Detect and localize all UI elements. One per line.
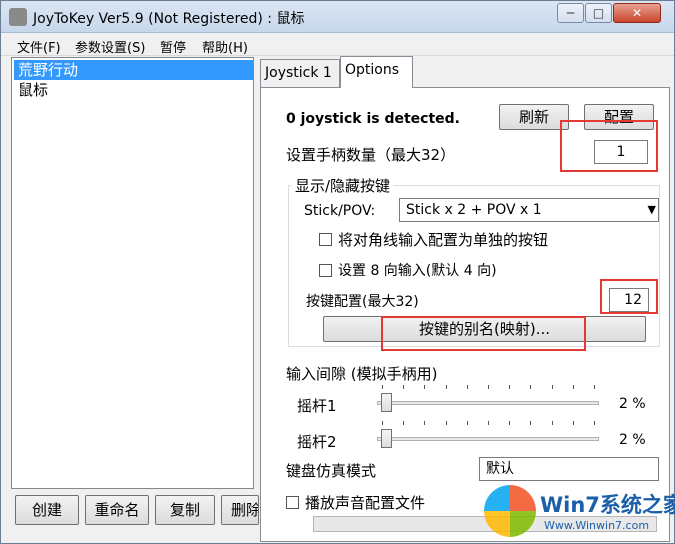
watermark-text: Win7系统之家 <box>540 493 675 517</box>
slider-tick <box>424 385 426 389</box>
watermark-url: Www.Winwin7.com <box>544 519 650 532</box>
slider-tick <box>572 385 574 389</box>
windows-logo-icon <box>484 485 536 537</box>
stick2-slider-track[interactable] <box>377 437 599 441</box>
slider-tick <box>466 385 468 389</box>
keyboard-mode-label: 键盘仿真模式 <box>286 462 377 480</box>
slider-tick <box>403 421 405 425</box>
stick-pov-select[interactable]: Stick x 2 + POV x 1 ▼ <box>399 198 659 222</box>
joystick-app-icon <box>9 8 27 26</box>
slider-tick <box>445 421 447 425</box>
joystick-detected-text: 0 joystick is detected. <box>286 111 461 127</box>
stick-pov-value: Stick x 2 + POV x 1 <box>406 202 542 218</box>
chevron-down-icon: ▼ <box>647 203 656 216</box>
menu-bar: 文件(F) 参数设置(S) 暂停 帮助(H) <box>1 34 674 56</box>
menu-pause[interactable]: 暂停 <box>160 37 186 56</box>
maximize-button[interactable]: □ <box>585 3 612 23</box>
eight-dir-checkbox-label: 设置 8 向输入(默认 4 向) <box>338 263 497 279</box>
slider-tick <box>382 385 383 389</box>
delete-button[interactable]: 删除 <box>221 495 259 525</box>
diagonal-checkbox[interactable] <box>319 233 332 246</box>
menu-help[interactable]: 帮助(H) <box>202 37 248 56</box>
slider-tick <box>403 385 405 389</box>
slider-tick <box>530 421 532 425</box>
highlight-box <box>381 316 586 351</box>
profile-item-selected[interactable]: 荒野行动 <box>14 60 253 80</box>
slider-tick <box>509 385 511 389</box>
button-count-label: 按键配置(最大32) <box>306 294 419 310</box>
menu-settings[interactable]: 参数设置(S) <box>75 37 145 56</box>
num-joysticks-label: 设置手柄数量（最大32） <box>286 146 456 164</box>
play-sound-checkbox[interactable] <box>286 496 299 509</box>
rename-button[interactable]: 重命名 <box>85 495 149 525</box>
stick2-slider-thumb[interactable] <box>381 429 393 448</box>
stick1-label: 摇杆1 <box>297 397 337 415</box>
slider-tick <box>572 421 574 425</box>
slider-tick <box>551 385 553 389</box>
highlight-box <box>600 279 658 314</box>
stick2-value: 2 % <box>619 432 646 448</box>
highlight-box <box>560 120 658 172</box>
slider-tick <box>382 421 383 425</box>
slider-tick <box>466 421 468 425</box>
play-sound-label: 播放声音配置文件 <box>305 494 426 512</box>
slider-tick <box>530 385 532 389</box>
menu-file[interactable]: 文件(F) <box>17 37 61 56</box>
diagonal-checkbox-label: 将对角线输入配置为单独的按钮 <box>338 231 549 249</box>
profile-item[interactable]: 鼠标 <box>14 80 253 100</box>
close-button[interactable]: ✕ <box>613 3 661 23</box>
tab-options[interactable]: Options <box>340 56 413 88</box>
stick1-value: 2 % <box>619 396 646 412</box>
slider-tick <box>445 385 447 389</box>
slider-tick <box>509 421 511 425</box>
stick1-slider-thumb[interactable] <box>381 393 393 412</box>
slider-tick <box>551 421 553 425</box>
slider-tick <box>594 421 595 425</box>
stick2-label: 摇杆2 <box>297 433 337 451</box>
window-title: JoyToKey Ver5.9 (Not Registered) : 鼠标 <box>33 11 305 27</box>
title-bar: JoyToKey Ver5.9 (Not Registered) : 鼠标 ─ … <box>1 1 674 33</box>
app-window: JoyToKey Ver5.9 (Not Registered) : 鼠标 ─ … <box>0 0 675 544</box>
stick-pov-label: Stick/POV: <box>304 203 376 219</box>
slider-tick <box>488 385 489 389</box>
stick1-slider-track[interactable] <box>377 401 599 405</box>
slider-tick <box>488 421 489 425</box>
input-interval-label: 输入间隙 (模拟手柄用) <box>286 365 438 383</box>
slider-tick <box>424 421 426 425</box>
keyboard-mode-field[interactable]: 默认 <box>479 457 659 481</box>
show-hide-group-label: 显示/隐藏按键 <box>292 175 394 196</box>
refresh-button[interactable]: 刷新 <box>499 104 569 130</box>
minimize-button[interactable]: ─ <box>557 3 584 23</box>
tab-joystick-1[interactable]: Joystick 1 <box>260 59 340 87</box>
slider-tick <box>594 385 595 389</box>
watermark: Win7系统之家 Www.Winwin7.com <box>484 483 675 543</box>
create-button[interactable]: 创建 <box>15 495 79 525</box>
profile-list[interactable]: 荒野行动 鼠标 <box>11 57 254 489</box>
eight-dir-checkbox[interactable] <box>319 264 332 277</box>
copy-button[interactable]: 复制 <box>155 495 215 525</box>
